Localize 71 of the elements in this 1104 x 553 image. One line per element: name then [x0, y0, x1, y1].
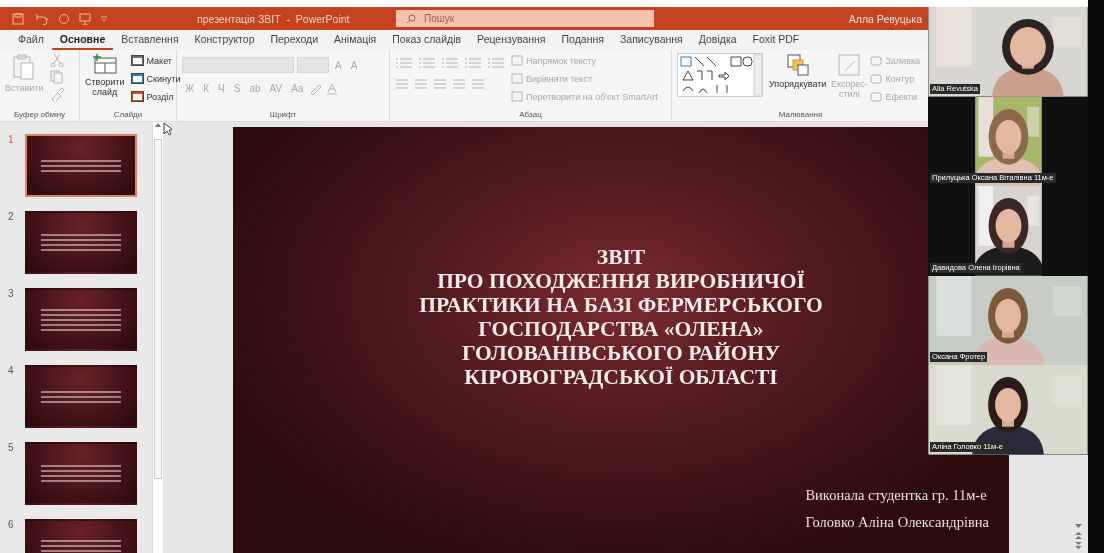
- font-size-field[interactable]: [297, 57, 329, 73]
- scissors-icon[interactable]: [49, 53, 64, 67]
- ribbon-tab[interactable]: Подання: [553, 30, 612, 50]
- ribbon-tab[interactable]: Записування: [611, 30, 691, 50]
- align-center-icon[interactable]: [414, 78, 428, 90]
- shapes-gallery-icon[interactable]: [677, 53, 763, 97]
- brush-icon[interactable]: [49, 87, 64, 101]
- clipboard-icon: [12, 53, 37, 81]
- ribbon-tab[interactable]: Показ слайдів: [384, 30, 470, 50]
- numbered-list-icon[interactable]: [418, 57, 436, 69]
- slide-subtitle: Головко Аліна Олександрівна: [805, 513, 989, 532]
- indent-icon[interactable]: [464, 57, 482, 69]
- ribbon-tab[interactable]: Конструктор: [186, 30, 263, 50]
- slide-number: 3: [8, 288, 15, 299]
- slide-thumbnail[interactable]: [25, 442, 137, 505]
- ribbon-button[interactable]: Скинути: [130, 71, 181, 86]
- slide-thumbnail[interactable]: [25, 134, 137, 197]
- slide-number: 1: [8, 134, 15, 145]
- search-field[interactable]: Пошук: [396, 10, 654, 27]
- ribbon-tab[interactable]: Foxit PDF: [744, 30, 808, 50]
- group-label: Буфер обміну: [12, 109, 67, 121]
- search-icon: [406, 13, 416, 24]
- ribbon-tab[interactable]: Файл: [10, 30, 52, 50]
- slide-number: 4: [8, 365, 15, 376]
- slide-number: 6: [8, 519, 15, 530]
- ribbon-tab[interactable]: Переходи: [262, 30, 327, 50]
- group-label: Слайди: [112, 109, 144, 121]
- ribbon-button[interactable]: Макет: [130, 53, 181, 68]
- align-right-icon[interactable]: [433, 78, 447, 90]
- section-icon: [130, 91, 144, 102]
- undo-icon[interactable]: [33, 12, 49, 25]
- group-label: Малювання: [777, 109, 824, 121]
- slide-subtitle: Виконала студентка гр. 11м-е: [805, 486, 987, 505]
- slide-thumbnail[interactable]: [25, 211, 137, 274]
- group-label: Шрифт: [268, 109, 298, 121]
- ribbon-tab[interactable]: Рецензування: [469, 30, 554, 50]
- line-spacing-icon[interactable]: [487, 57, 505, 69]
- new-slide-button[interactable]: Створити слайд: [85, 53, 125, 97]
- ribbon-tab[interactable]: Вставлення: [113, 30, 187, 50]
- next-slide-icon[interactable]: [1075, 542, 1082, 549]
- layout-icon: [130, 55, 144, 66]
- slide-number: 5: [8, 442, 15, 453]
- copy-icon[interactable]: [49, 70, 64, 84]
- presentation-icon[interactable]: [79, 12, 91, 25]
- scroll-down-icon[interactable]: [1075, 523, 1082, 529]
- customize-caret-icon[interactable]: [100, 15, 108, 22]
- arrange-icon: [785, 53, 810, 77]
- font-name-field[interactable]: [182, 57, 294, 73]
- slide-thumbnail[interactable]: [25, 365, 137, 428]
- reset-icon: [130, 73, 144, 84]
- user-name[interactable]: Алла Ревуцька: [848, 12, 922, 25]
- columns-icon[interactable]: [471, 78, 485, 90]
- arrange-button[interactable]: Упорядкувати: [769, 53, 827, 89]
- highlighter-icon[interactable]: [309, 82, 324, 95]
- slide-title: ЗВІТ ПРО ПОХОДЖЕННЯ ВИРОБНИЧОЇ ПРАКТИКИ НА БАЗІ ФЕРМЕРСЬКОГО ГОСПОДАРСТВА «ОЛЕНА» ГОЛОВАНІВСЬКОГО РАЙОНУ КІРОВОГРАДСЬКОЇ ОБЛАСТІ: [419, 245, 823, 389]
- font-color-icon[interactable]: [326, 82, 339, 95]
- slide-thumbnail[interactable]: [25, 288, 137, 351]
- slide-number: 2: [8, 211, 15, 222]
- outdent-icon[interactable]: [441, 57, 459, 69]
- ribbon-tab[interactable]: Довідка: [690, 30, 745, 50]
- save-icon[interactable]: [12, 12, 24, 25]
- justify-icon[interactable]: [452, 78, 466, 90]
- scrollbar[interactable]: [152, 122, 163, 553]
- ribbon-tab[interactable]: Анімація: [326, 30, 385, 50]
- new-slide-icon: [91, 53, 118, 75]
- pen-on-page-icon: [837, 53, 862, 77]
- group-label: Абзац: [518, 109, 543, 121]
- ribbon-button[interactable]: Розділ: [130, 89, 181, 104]
- bullet-list-icon[interactable]: [395, 57, 413, 69]
- align-left-icon[interactable]: [395, 78, 409, 90]
- previous-slide-icon[interactable]: [1075, 532, 1082, 539]
